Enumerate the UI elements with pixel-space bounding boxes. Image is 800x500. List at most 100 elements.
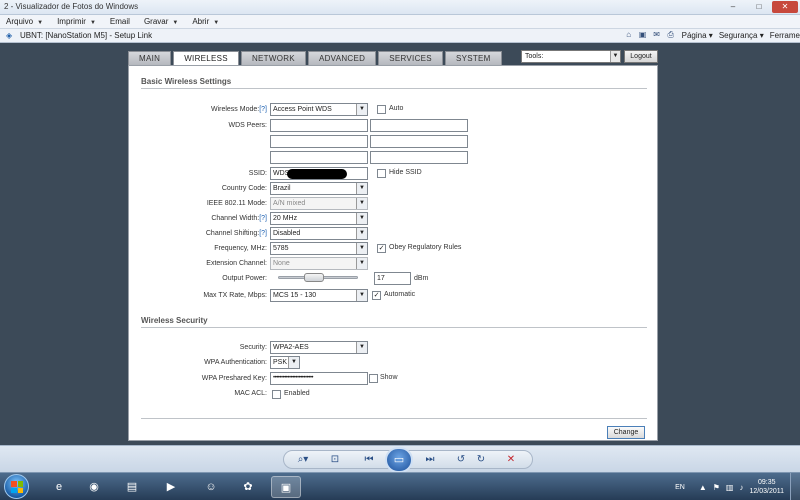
menu-imprimir[interactable]: Imprimir ▼ [57,17,96,26]
frequency-label: Frequency, MHz: [214,245,267,252]
network-icon[interactable]: ▥ [726,483,734,492]
chevron-down-icon: ▼ [356,258,367,269]
max-tx-rate-label: Max TX Rate, Mbps: [203,292,267,299]
actual-size-icon[interactable]: ⊡ [328,453,342,467]
country-code-select[interactable]: Brazil ▼ [270,182,368,195]
messenger-icon[interactable]: ☺ [196,476,226,498]
tab-network[interactable]: NETWORK [240,51,306,65]
help-link[interactable]: [?] [259,230,267,237]
help-link[interactable]: [?] [259,106,267,113]
show-key-checkbox[interactable] [369,374,378,383]
wpa-authentication-select[interactable]: PSK ▼ [270,356,300,369]
delete-icon[interactable]: ✕ [504,453,518,467]
chevron-down-icon: ▼ [356,243,367,254]
ssid-label: SSID: [248,170,267,177]
menu-seguranca[interactable]: Segurança ▾ [719,31,764,40]
internet-explorer-icon[interactable]: e [44,476,74,498]
slideshow-icon[interactable]: ▭ [385,447,413,473]
chevron-down-icon: ▼ [356,228,367,239]
wireless-mode-select[interactable]: Access Point WDS ▼ [270,103,368,116]
wds-peer-input-5[interactable] [270,151,368,164]
wds-peers-label: WDS Peers: [228,122,267,129]
previous-icon[interactable]: ⏮ [362,453,376,467]
wds-peer-input-1[interactable] [270,119,368,132]
menu-gravar[interactable]: Gravar ▼ [144,17,178,26]
wds-peer-input-4[interactable] [370,135,468,148]
wds-peer-input-3[interactable] [270,135,368,148]
tab-services[interactable]: SERVICES [378,51,443,65]
menu-abrir[interactable]: Abrir ▼ [192,17,219,26]
close-button[interactable]: ✕ [772,1,798,13]
viewer-control-bar: ⌕▾ ⊡ ⏮ ▭ ⏭ ↺ ↻ ✕ [0,445,800,473]
tx-rate-automatic-checkbox[interactable]: ✓ [372,291,381,300]
next-icon[interactable]: ⏭ [423,453,437,467]
hide-ssid-label: Hide SSID [389,169,422,176]
chevron-down-icon: ▼ [37,20,44,26]
start-button[interactable] [4,474,29,499]
flag-icon[interactable]: ⚑ [713,483,720,492]
media-player-icon[interactable]: ▶ [156,476,186,498]
extension-channel-select: None ▼ [270,257,368,270]
wpa-preshared-key-input[interactable]: ••••••••••••••••••••••••• [270,372,368,385]
obey-regulatory-checkbox[interactable]: ✓ [377,244,386,253]
wireless-mode-label: Wireless Mode:[?] [210,106,267,113]
chevron-down-icon: ▼ [356,342,367,353]
zoom-icon[interactable]: ⌕▾ [292,453,314,467]
change-button[interactable]: Change [607,426,645,439]
settings-panel: Basic Wireless Settings Wireless Mode:[?… [128,65,658,441]
home-icon[interactable]: ⌂ [624,30,634,40]
mac-acl-enabled-checkbox[interactable] [272,390,281,399]
section-title-security: Wireless Security [141,316,208,325]
windows-logo-icon [11,481,23,493]
window-title: 2 - Visualizador de Fotos do Windows [4,2,139,11]
wds-peer-input-2[interactable] [370,119,468,132]
hide-ssid-checkbox[interactable] [377,169,386,178]
feeds-icon[interactable]: ▣ [638,30,648,40]
photo-gallery-icon[interactable]: ✿ [233,476,263,498]
channel-width-label: Channel Width:[?] [211,215,267,222]
menu-email[interactable]: Email [110,17,130,26]
clock-time: 09:35 [757,479,776,486]
window-title-bar: 2 - Visualizador de Fotos do Windows – □… [0,0,800,15]
chevron-down-icon: ▼ [356,290,367,301]
security-select[interactable]: WPA2-AES ▼ [270,341,368,354]
logout-button[interactable]: Logout [624,50,658,63]
show-desktop-button[interactable] [790,473,800,500]
volume-icon[interactable]: ♪ [739,483,743,492]
tab-advanced[interactable]: ADVANCED [307,51,377,65]
menu-arquivo[interactable]: Arquivo ▼ [6,17,43,26]
wireless-mode-auto-checkbox[interactable] [377,105,386,114]
show-hidden-icons-icon[interactable]: ▲ [699,483,707,492]
channel-shifting-label: Channel Shifting:[?] [205,230,267,237]
help-link[interactable]: [?] [259,215,267,222]
output-power-input[interactable]: 17 [374,272,411,285]
wds-peer-input-6[interactable] [370,151,468,164]
tools-select[interactable]: Tools: ▼ [521,50,621,63]
wpa-authentication-label: WPA Authentication: [204,359,267,366]
tab-main[interactable]: MAIN [128,51,172,65]
rotate-counterclockwise-icon[interactable]: ↺ [454,453,468,467]
file-explorer-icon[interactable]: ▤ [117,476,147,498]
maximize-button[interactable]: □ [746,1,772,13]
rotate-clockwise-icon[interactable]: ↻ [474,453,488,467]
channel-width-select[interactable]: 20 MHz ▼ [270,212,368,225]
page-area: MAIN WIRELESS NETWORK ADVANCED SERVICES … [0,43,800,445]
output-power-slider-handle[interactable] [304,273,324,282]
channel-shifting-select[interactable]: Disabled ▼ [270,227,368,240]
menu-ferramentas[interactable]: Ferrame [770,31,800,40]
taskbar: e ◉ ▤ ▶ ☺ ✿ ▣ EN ▲ ⚑ ▥ ♪ 09:35 12/03/201… [0,472,800,500]
tab-system[interactable]: SYSTEM [444,51,502,65]
frequency-select[interactable]: 5785 ▼ [270,242,368,255]
clock-date: 12/03/2011 [749,488,784,495]
firefox-icon[interactable]: ◉ [79,476,109,498]
language-indicator[interactable]: EN [675,484,685,491]
max-tx-rate-select[interactable]: MCS 15 - 130 ▼ [270,289,368,302]
menu-pagina[interactable]: Página ▾ [682,31,713,40]
favicon-icon: ◈ [6,30,13,40]
print-icon[interactable]: ⎙ [666,30,676,40]
photo-viewer-taskbar-button[interactable]: ▣ [271,476,301,498]
mail-icon[interactable]: ✉ [652,30,662,40]
clock[interactable]: 09:35 12/03/2011 [749,478,784,496]
tab-wireless[interactable]: WIRELESS [173,51,239,66]
minimize-button[interactable]: – [720,1,746,13]
